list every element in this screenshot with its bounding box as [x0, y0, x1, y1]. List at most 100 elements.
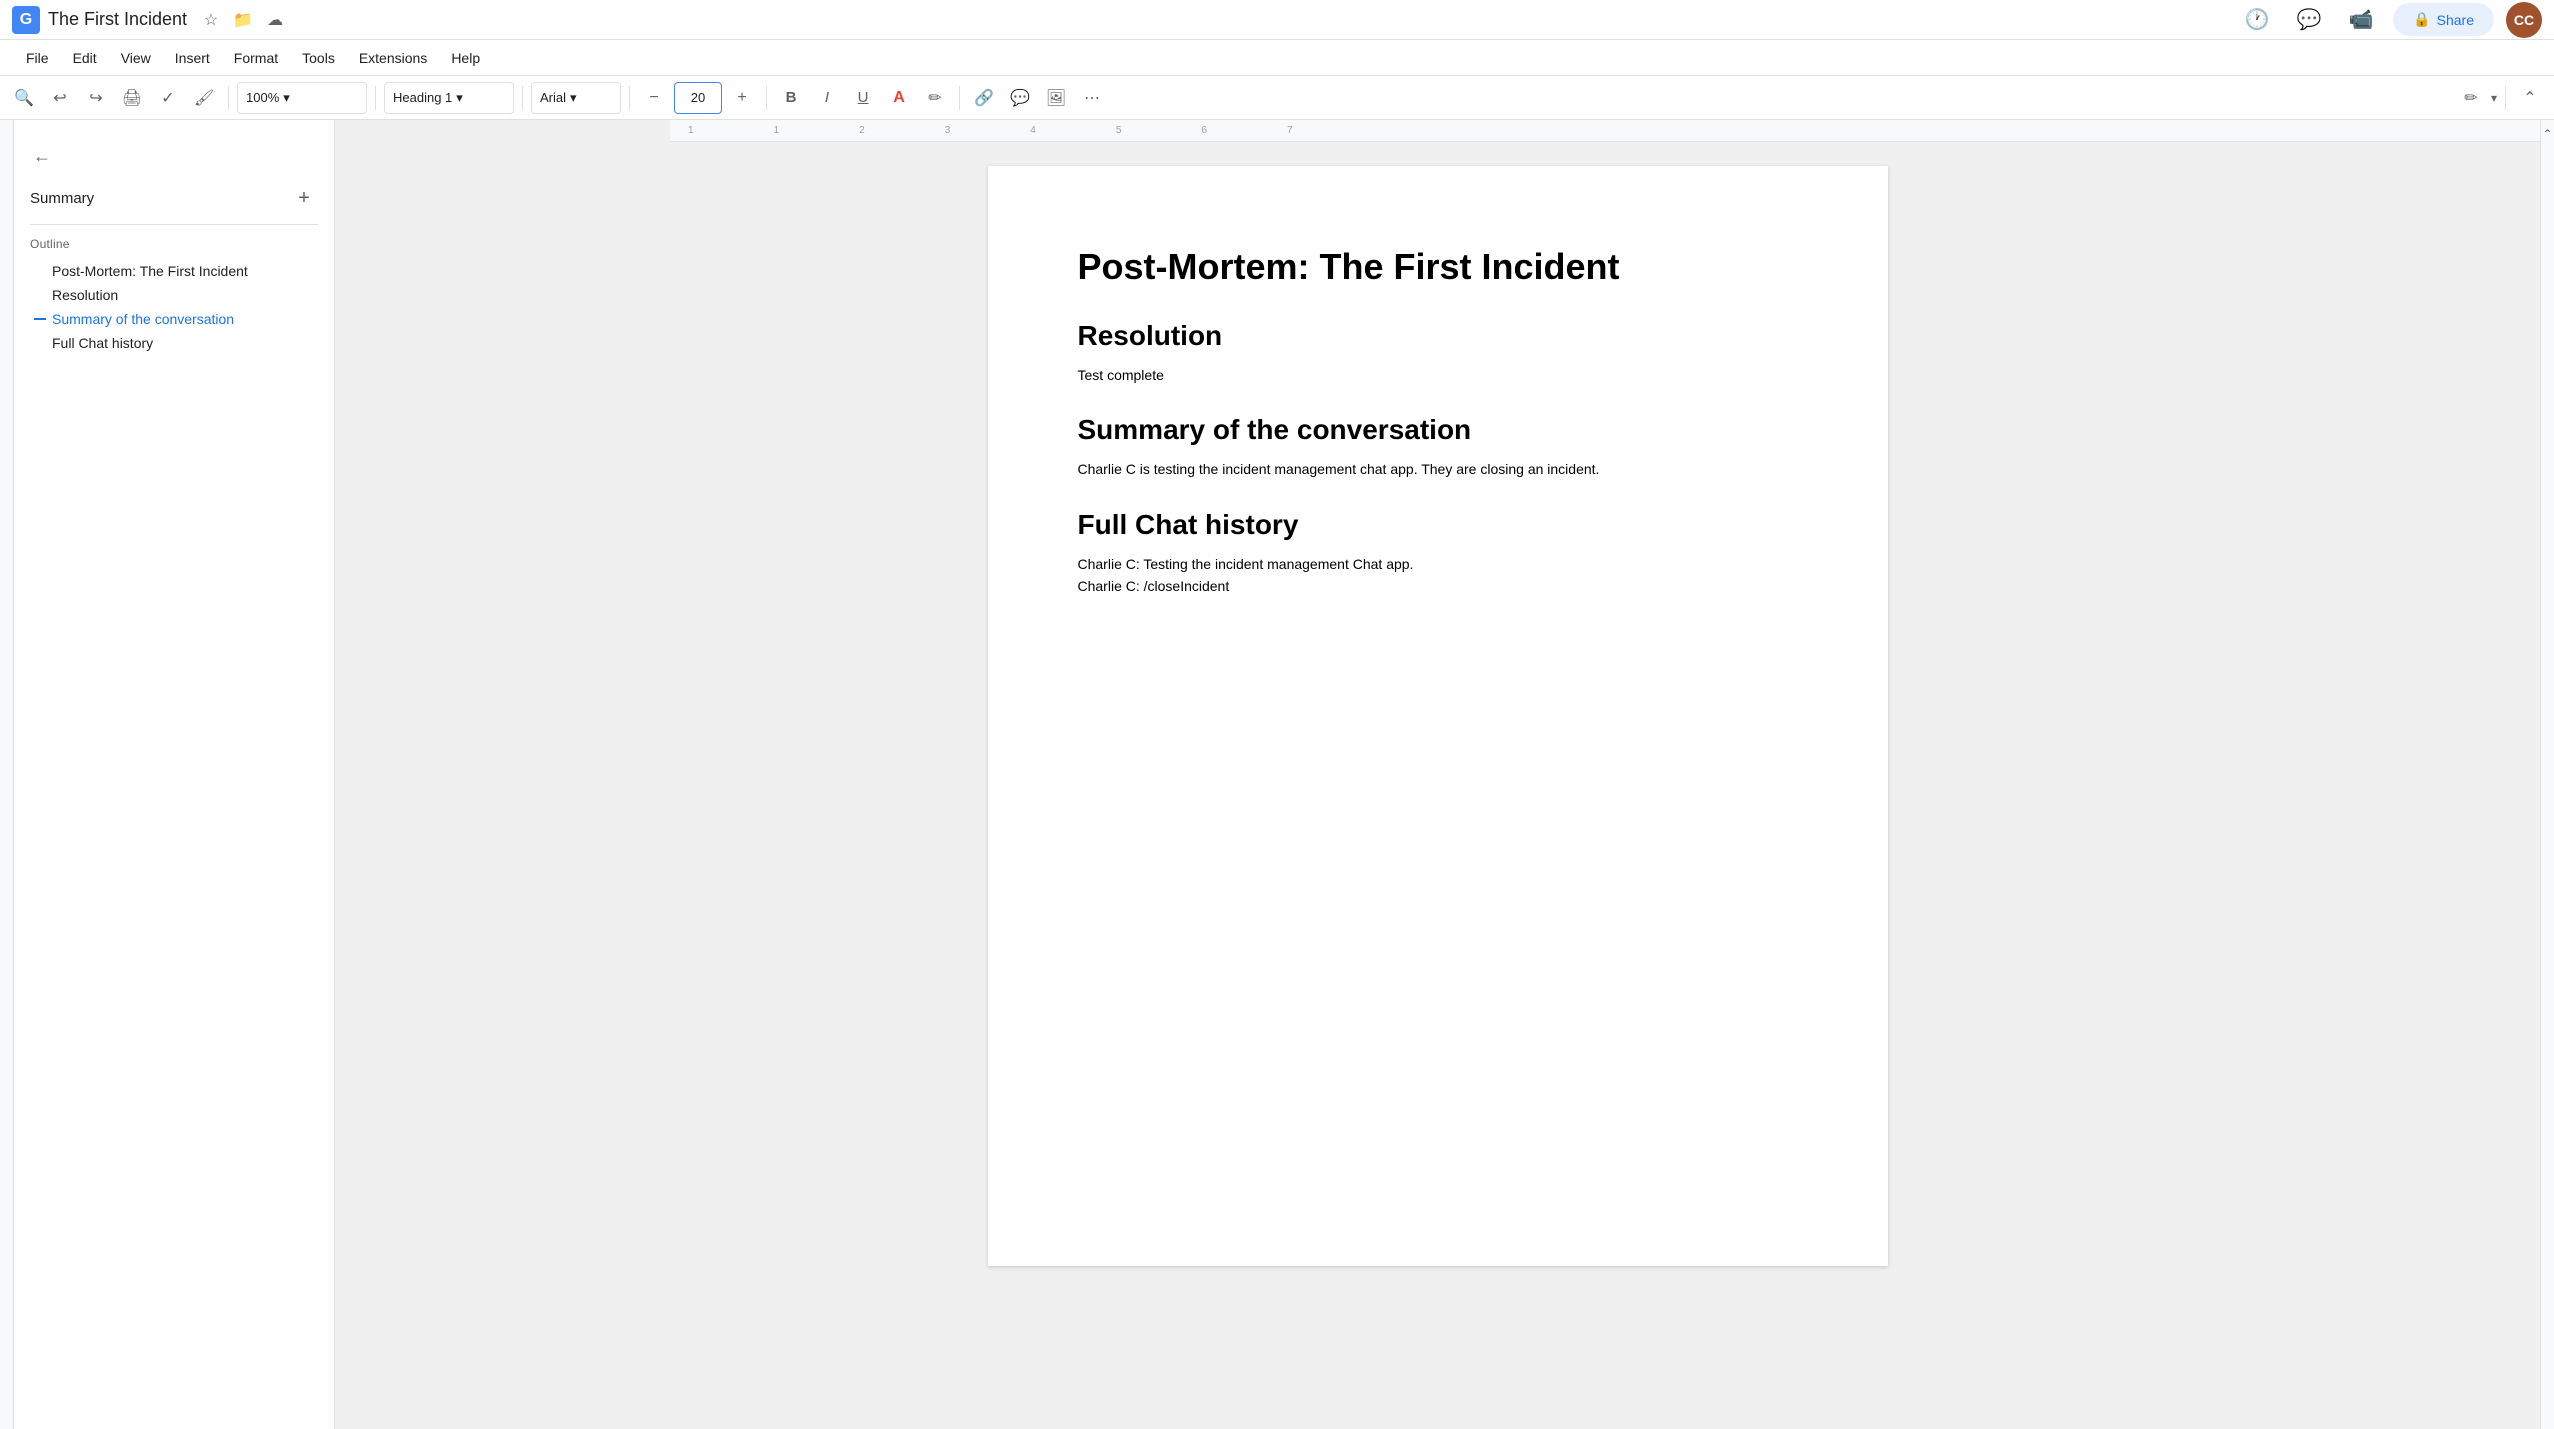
toolbar: 🔍 ↩ ↪ 🖨 ✓ 🖌 100% ▾ Heading 1 ▾ Arial ▾ −…	[0, 76, 2554, 120]
font-size-minus[interactable]: −	[638, 82, 670, 114]
heading-summary: Summary of the conversation	[1078, 414, 1798, 446]
outline-item-0[interactable]: Post-Mortem: The First Incident	[30, 259, 318, 283]
menu-tools[interactable]: Tools	[292, 46, 345, 70]
right-panel-collapse-button[interactable]: ⌃	[2542, 128, 2554, 140]
paragraph-style-selector[interactable]: Heading 1 ▾	[384, 82, 514, 114]
redo-icon[interactable]: ↪	[80, 82, 112, 114]
outline-title-section: Summary +	[14, 180, 334, 220]
image-icon[interactable]: 🖼	[1040, 82, 1072, 114]
font-selector[interactable]: Arial ▾	[531, 82, 621, 114]
back-button[interactable]: ←	[26, 140, 58, 172]
ruler-inner: 1 1 2 3 4 5 6 7	[670, 120, 2540, 141]
section-chat-history: Full Chat history Charlie C: Testing the…	[1078, 509, 1798, 598]
edit-mode-icon[interactable]: ✏	[2455, 82, 2487, 114]
link-icon[interactable]: 🔗	[968, 82, 1000, 114]
left-bar	[0, 120, 14, 1429]
font-arrow: ▾	[570, 90, 577, 106]
doc-title-heading: Post-Mortem: The First Incident	[1078, 246, 1798, 288]
outline-divider	[30, 224, 318, 225]
title-icons: ☆ 📁 ☁	[199, 8, 287, 32]
toolbar-divider-5	[766, 86, 767, 110]
ruler: 1 1 2 3 4 5 6 7	[670, 120, 2540, 142]
spell-check-icon[interactable]: ✓	[152, 82, 184, 114]
section-summary: Summary of the conversation Charlie C is…	[1078, 414, 1798, 480]
menu-format[interactable]: Format	[224, 46, 288, 70]
outline-section: Outline Post-Mortem: The First Incident R…	[14, 237, 334, 363]
bold-icon[interactable]: B	[775, 82, 807, 114]
outline-panel: ← Summary + Outline Post-Mortem: The Fir…	[14, 120, 335, 1429]
share-button[interactable]: 🔒 Share	[2393, 3, 2494, 36]
doc-page: Post-Mortem: The First Incident Resoluti…	[988, 166, 1888, 1266]
search-icon[interactable]: 🔍	[8, 82, 40, 114]
app-icon: G	[12, 6, 40, 34]
zoom-selector[interactable]: 100% ▾	[237, 82, 367, 114]
text-color-icon[interactable]: A	[883, 82, 915, 114]
title-bar: G The First Incident ☆ 📁 ☁ 🕐 💬 📹 🔒 Share…	[0, 0, 2554, 40]
menu-help[interactable]: Help	[441, 46, 490, 70]
comment-tool-icon[interactable]: 💬	[1004, 82, 1036, 114]
undo-icon[interactable]: ↩	[44, 82, 76, 114]
main-layout: ← Summary + Outline Post-Mortem: The Fir…	[0, 120, 2554, 1429]
outline-item-text-1: Resolution	[52, 287, 118, 303]
menu-file[interactable]: File	[16, 46, 59, 70]
share-label: Share	[2437, 12, 2474, 28]
outline-section-header: Outline	[30, 237, 318, 251]
collapse-toolbar-icon[interactable]: ⌃	[2514, 82, 2546, 114]
font-size-input[interactable]	[674, 82, 722, 114]
heading-resolution: Resolution	[1078, 320, 1798, 352]
menu-view[interactable]: View	[111, 46, 161, 70]
outline-item-dash-1	[34, 294, 46, 296]
outline-items: Post-Mortem: The First Incident Resolutio…	[30, 259, 318, 355]
more-tools-icon[interactable]: ⋯	[1076, 82, 1108, 114]
section-resolution: Resolution Test complete	[1078, 320, 1798, 386]
comment-icon[interactable]: 💬	[2289, 0, 2329, 40]
body-resolution: Test complete	[1078, 364, 1798, 386]
title-bar-right: 🕐 💬 📹 🔒 Share CC	[2237, 0, 2542, 40]
folder-icon[interactable]: 📁	[231, 8, 255, 32]
zoom-arrow: ▾	[283, 90, 290, 106]
doc-title: The First Incident	[48, 9, 187, 30]
outline-item-text-3: Full Chat history	[52, 335, 153, 351]
menu-edit[interactable]: Edit	[63, 46, 107, 70]
toolbar-right: ✏ ▾ ⌃	[2455, 82, 2546, 114]
toolbar-divider-6	[959, 86, 960, 110]
italic-icon[interactable]: I	[811, 82, 843, 114]
add-summary-button[interactable]: +	[290, 184, 318, 212]
underline-icon[interactable]: U	[847, 82, 879, 114]
print-icon[interactable]: 🖨	[116, 82, 148, 114]
star-icon[interactable]: ☆	[199, 8, 223, 32]
menu-insert[interactable]: Insert	[165, 46, 220, 70]
doc-area[interactable]: Post-Mortem: The First Incident Resoluti…	[335, 142, 2540, 1429]
chat-line-2: Charlie C: /closeIncident	[1078, 575, 1798, 597]
heading-chat-history: Full Chat history	[1078, 509, 1798, 541]
outline-item-2[interactable]: Summary of the conversation	[30, 307, 318, 331]
font-size-plus[interactable]: +	[726, 82, 758, 114]
menu-extensions[interactable]: Extensions	[349, 46, 437, 70]
toolbar-divider-1	[228, 86, 229, 110]
toolbar-divider-2	[375, 86, 376, 110]
chat-line-1: Charlie C: Testing the incident manageme…	[1078, 553, 1798, 575]
avatar[interactable]: CC	[2506, 2, 2542, 38]
outline-item-text-0: Post-Mortem: The First Incident	[52, 263, 248, 279]
paint-format-icon[interactable]: 🖌	[188, 82, 220, 114]
history-icon[interactable]: 🕐	[2237, 0, 2277, 40]
outline-item-3[interactable]: Full Chat history	[30, 331, 318, 355]
toolbar-divider-7	[2505, 86, 2506, 110]
outline-item-1[interactable]: Resolution	[30, 283, 318, 307]
edit-mode-arrow[interactable]: ▾	[2491, 91, 2497, 105]
summary-label: Summary	[30, 190, 94, 207]
outline-item-text-2: Summary of the conversation	[52, 311, 234, 327]
outline-header: ←	[14, 132, 334, 180]
right-panel: ⌃	[2540, 120, 2554, 1429]
highlight-icon[interactable]: ✏	[919, 82, 951, 114]
video-icon-inner: 📹	[2349, 7, 2374, 32]
outline-item-dash-2	[34, 318, 46, 320]
video-icon[interactable]: 📹	[2341, 0, 2381, 40]
style-value: Heading 1	[393, 90, 452, 105]
cloud-icon[interactable]: ☁	[263, 8, 287, 32]
zoom-value: 100%	[246, 90, 279, 105]
toolbar-divider-3	[522, 86, 523, 110]
menu-bar: File Edit View Insert Format Tools Exten…	[0, 40, 2554, 76]
style-arrow: ▾	[456, 90, 463, 106]
outline-item-dash-0	[34, 270, 46, 272]
